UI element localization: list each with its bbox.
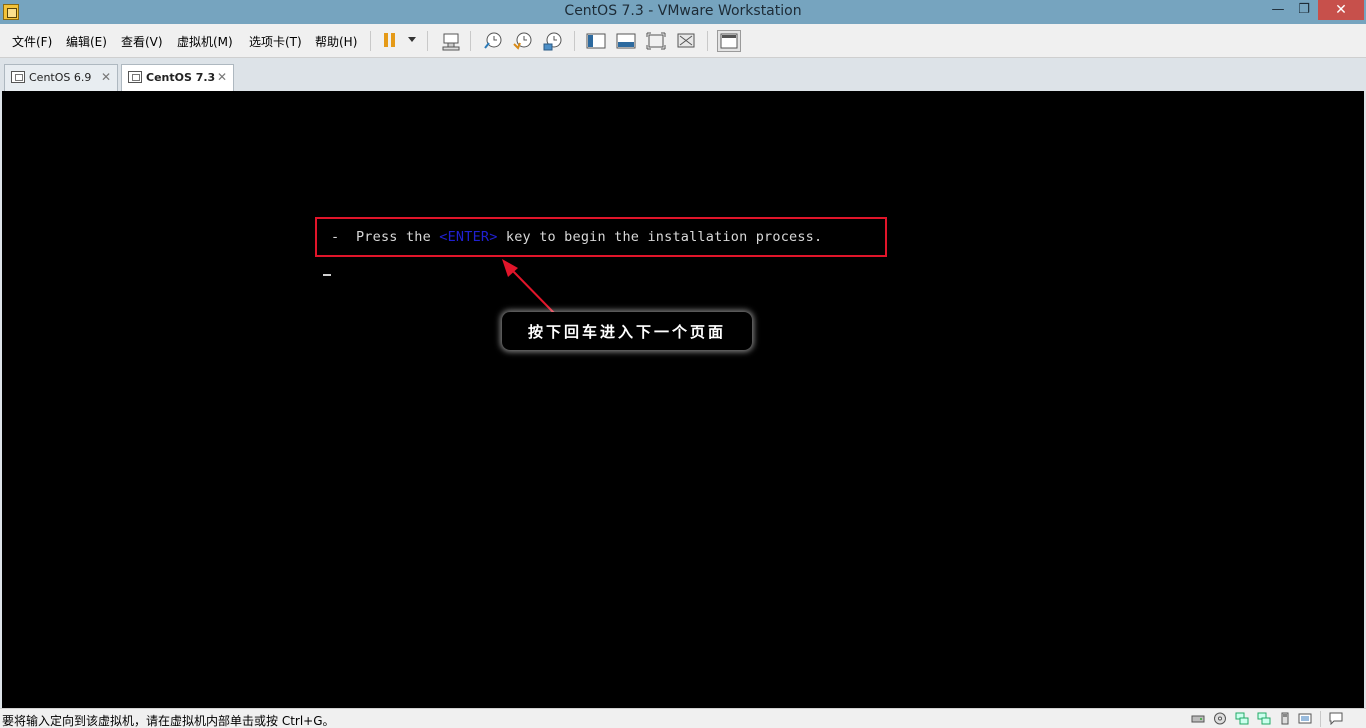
vm-console[interactable] [2,91,1364,708]
vm-icon [128,71,142,83]
install-prompt: - Press the <ENTER> key to begin the ins… [331,229,822,245]
toolbar-separator [427,31,428,51]
menu-help[interactable]: 帮助(H) [315,33,357,50]
tab-bar: CentOS 6.9 ✕ CentOS 7.3 ✕ [0,58,1366,91]
message-icon[interactable] [1329,712,1343,725]
dropdown-icon[interactable] [408,37,416,42]
tab-close-icon[interactable]: ✕ [217,70,227,84]
menu-file[interactable]: 文件(F) [12,33,52,50]
hard-disk-icon[interactable] [1191,712,1205,725]
tab-close-icon[interactable]: ✕ [101,70,111,84]
usb-icon[interactable] [1278,712,1292,725]
window-title: CentOS 7.3 - VMware Workstation [564,3,802,19]
prompt-prefix: - Press the [331,229,440,245]
snapshot-icon[interactable] [482,31,504,51]
snapshot-manager-icon[interactable] [542,31,564,51]
tab-centos-7-3[interactable]: CentOS 7.3 ✕ [121,64,234,91]
toolbar-separator [707,31,708,51]
title-bar: CentOS 7.3 - VMware Workstation — ❐ ✕ [0,0,1366,24]
cd-dvd-icon[interactable] [1213,712,1227,725]
enter-key-text: <ENTER> [439,229,498,245]
send-ctrl-alt-del-icon[interactable] [440,31,462,51]
revert-snapshot-icon[interactable] [512,31,534,51]
pause-icon[interactable] [382,31,404,51]
status-bar: 要将输入定向到该虚拟机，请在虚拟机内部单击或按 Ctrl+G。 [0,708,1366,728]
toolbar-separator [470,31,471,51]
prompt-suffix: key to begin the installation process. [497,229,823,245]
tab-label: CentOS 6.9 [29,71,92,84]
display-icon[interactable] [1298,712,1312,725]
toolbar-separator [370,31,371,51]
menu-toolbar: 文件(F) 编辑(E) 查看(V) 虚拟机(M) 选项卡(T) 帮助(H) [0,24,1366,58]
fullscreen-icon[interactable] [645,31,667,51]
toolbar-separator [574,31,575,51]
network-adapter-icon[interactable] [1235,712,1249,725]
close-button[interactable]: ✕ [1318,0,1364,20]
thumbnail-view-icon[interactable] [717,30,741,52]
vm-icon [11,71,25,83]
network-adapter-2-icon[interactable] [1257,712,1271,725]
unity-icon[interactable] [675,31,697,51]
menu-view[interactable]: 查看(V) [121,33,163,50]
tab-label: CentOS 7.3 [146,71,216,84]
menu-tabs[interactable]: 选项卡(T) [249,33,302,50]
tab-centos-6-9[interactable]: CentOS 6.9 ✕ [4,64,118,91]
menu-edit[interactable]: 编辑(E) [66,33,107,50]
status-separator [1320,711,1321,727]
menu-vm[interactable]: 虚拟机(M) [177,33,233,50]
restore-button[interactable]: ❐ [1291,0,1317,20]
console-view-icon[interactable] [615,31,637,51]
text-cursor [323,274,331,276]
annotation-text: 按下回车进入下一个页面 [527,323,726,341]
minimize-button[interactable]: — [1265,0,1291,20]
sidebar-icon[interactable] [585,31,607,51]
annotation-callout: 按下回车进入下一个页面 [502,312,752,350]
status-text: 要将输入定向到该虚拟机，请在虚拟机内部单击或按 Ctrl+G。 [2,714,335,728]
